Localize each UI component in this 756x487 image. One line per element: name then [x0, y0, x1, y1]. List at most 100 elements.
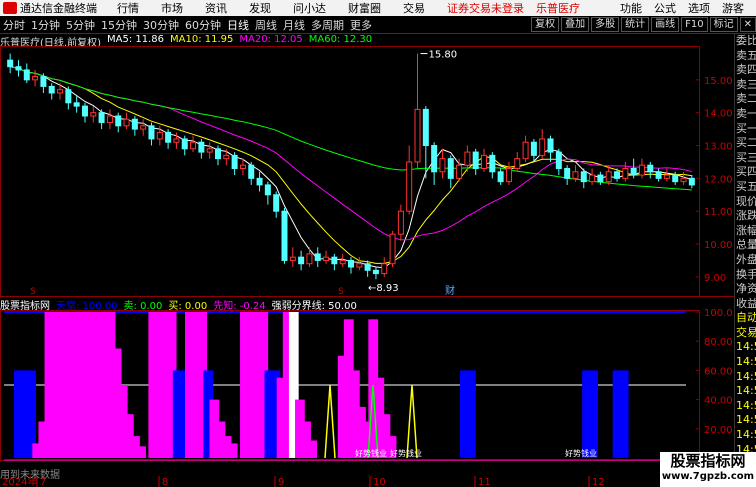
- candle-body: [264, 184, 271, 196]
- high-label: 15.80: [429, 50, 458, 61]
- candle-body: [32, 76, 39, 81]
- candle-body: [680, 177, 687, 183]
- candle-body: [23, 69, 30, 81]
- candle-body: [605, 171, 612, 183]
- candle-body: [522, 141, 529, 160]
- quote-panel-item: 14:5: [736, 369, 756, 383]
- candle-body: [472, 151, 479, 170]
- quote-panel-item: 卖三: [736, 77, 756, 91]
- quote-panel-item: 交易: [736, 325, 756, 339]
- month-label: 11: [478, 477, 491, 487]
- candle-body: [381, 263, 388, 275]
- candle-body: [456, 164, 463, 179]
- candle-body: [397, 210, 404, 235]
- quote-panel-item: 换手: [736, 267, 756, 281]
- indicator-bar: [307, 440, 318, 458]
- finance-marker: 财: [445, 284, 455, 297]
- candle-body: [663, 174, 670, 179]
- price-frame: [0, 46, 700, 297]
- candle-body: [73, 102, 80, 107]
- candle-body: [630, 168, 637, 176]
- candle-body: [281, 210, 288, 261]
- candle-body: [239, 164, 246, 170]
- candle-body: [555, 151, 562, 170]
- candle-body: [331, 256, 338, 265]
- watermark-title: 股票指标网: [670, 452, 746, 470]
- candle-body: [256, 177, 263, 186]
- candle-body: [106, 115, 113, 124]
- indicator-bar: [588, 370, 599, 458]
- quote-panel-item: 14:5: [736, 413, 756, 427]
- quote-panel-item: 净资: [736, 282, 756, 296]
- candle-body: [497, 171, 504, 183]
- month-label: 12: [592, 477, 605, 487]
- candle-body: [206, 148, 213, 153]
- close-icon[interactable]: ✕: [739, 17, 756, 32]
- candle-body: [65, 89, 72, 104]
- candle-body: [439, 158, 446, 173]
- ma20-line: [10, 66, 692, 241]
- quote-panel-item: 买四: [736, 165, 756, 179]
- quote-panel: 委比 卖五 卖四 卖三 卖二 卖一 买一 买二 买三 买四 买五 现价 涨跌 涨幅 总量 外盘 换手 净资 收益 自动…: [734, 34, 756, 487]
- quote-panel-item: 买三: [736, 150, 756, 164]
- indicator-tick-label: 100.0: [704, 308, 733, 319]
- candle-body: [580, 171, 587, 183]
- candle-body: [231, 154, 238, 170]
- quote-panel-item: 买五: [736, 179, 756, 193]
- ma60-line: [10, 66, 692, 191]
- quote-panel-item: 自动: [736, 311, 756, 325]
- candle-body: [389, 233, 396, 265]
- price-tick-label: 12.00: [704, 174, 733, 185]
- candle-body: [514, 158, 521, 170]
- quote-panel-item: 卖一: [736, 106, 756, 120]
- candle-body: [564, 168, 571, 179]
- candle-body: [547, 138, 554, 153]
- candle-body: [431, 145, 438, 173]
- sell-marker: S: [338, 287, 344, 297]
- candle-body: [597, 174, 604, 183]
- kline-chart[interactable]: 15.00 14.00 13.00 12.00 11.00 10.00 9.00 15.80 ←…: [0, 0, 734, 487]
- indicator-tick-label: 80.00: [704, 337, 733, 348]
- candle-body: [123, 118, 130, 127]
- price-tick-label: 9.00: [704, 273, 726, 284]
- quote-panel-item: 委比: [736, 34, 756, 47]
- watermark-url: www.7gpzb.com: [661, 471, 755, 482]
- tag-label: 好势钱业: [565, 448, 597, 458]
- candle-body: [364, 263, 371, 271]
- candle-body: [140, 125, 147, 130]
- candle-body: [505, 168, 512, 183]
- quote-panel-item: 买一: [736, 121, 756, 135]
- candle-body: [539, 138, 546, 156]
- spike-line: [406, 384, 418, 459]
- candle-body: [48, 85, 55, 94]
- quote-panel-item: 14:5: [736, 384, 756, 398]
- indicator-buy: 买: 0.00: [168, 300, 208, 312]
- price-tick-label: 10.00: [704, 240, 733, 251]
- candle-body: [323, 256, 330, 261]
- low-label: ←8.93: [368, 283, 399, 294]
- candle-body: [655, 171, 662, 179]
- candle-body: [148, 125, 155, 140]
- indicator-xianzhi: 先知: -0.24: [213, 300, 266, 312]
- candle-body: [273, 194, 280, 212]
- candle-body: [447, 158, 454, 179]
- month-label: 9: [278, 477, 284, 487]
- quote-panel-item: 卖五: [736, 48, 756, 62]
- candle-body: [181, 138, 188, 150]
- candle-body: [647, 164, 654, 173]
- indicator-header: 股票指标网 天堂: 100.00 卖: 0.00 买: 0.00 先知: -0.…: [0, 298, 363, 312]
- price-tick-label: 11.00: [704, 207, 733, 218]
- quote-panel-item: 14:5: [736, 355, 756, 369]
- candle-body: [98, 112, 105, 124]
- candle-body: [156, 131, 163, 140]
- quote-panel-item: 总量: [736, 238, 756, 252]
- watermark: 股票指标网 www.7gpzb.com: [660, 452, 756, 487]
- candle-body: [406, 161, 413, 212]
- candle-body: [115, 115, 122, 127]
- candle-body: [314, 253, 321, 261]
- candle-body: [589, 174, 596, 183]
- indicator-divider: 强弱分界线: 50.00: [271, 300, 357, 312]
- candle-body: [298, 256, 305, 265]
- candle-body: [248, 164, 255, 179]
- quote-panel-item: 14:5: [736, 340, 756, 354]
